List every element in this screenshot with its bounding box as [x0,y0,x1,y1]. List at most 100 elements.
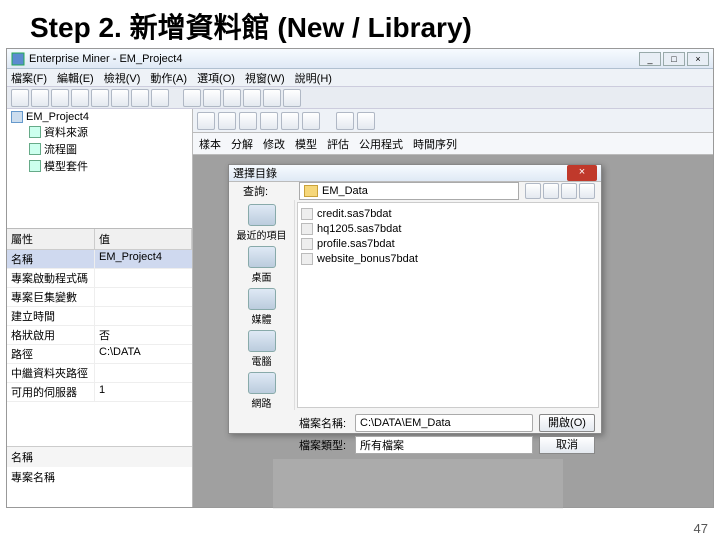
file-item[interactable]: hq1205.sas7bdat [301,221,595,236]
prop-key: 路徑 [7,345,95,363]
prop-val [95,269,192,287]
open-button[interactable]: 開啟(O) [539,414,595,432]
toolbar-button[interactable] [263,89,281,107]
properties-panel: 屬性 值 名稱EM_Project4 專案啟動程式碼 專案巨集變數 建立時間 格… [7,229,192,446]
canvas-tool-button[interactable] [197,112,215,130]
app-icon [11,52,25,66]
filename-field[interactable]: C:\DATA\EM_Data [355,414,533,432]
dialog-close-button[interactable]: × [567,165,597,181]
tree-node[interactable]: 流程圖 [29,141,188,158]
menu-help[interactable]: 說明(H) [295,70,332,86]
place-desktop[interactable]: 桌面 [248,246,276,284]
place-label: 電腦 [252,353,272,368]
cancel-button[interactable]: 取消 [539,436,595,454]
project-tree[interactable]: EM_Project4 資料來源 流程圖 模型套件 [7,109,192,229]
tab-modify[interactable]: 修改 [263,136,285,152]
toolbar-button[interactable] [91,89,109,107]
up-folder-button[interactable] [525,183,541,199]
filetype-combo[interactable]: 所有檔案 [355,436,533,454]
props-row[interactable]: 可用的伺服器1 [7,383,192,402]
file-list[interactable]: credit.sas7bdat hq1205.sas7bdat profile.… [297,202,599,408]
props-row[interactable]: 專案啟動程式碼 [7,269,192,288]
project-icon [11,111,23,123]
new-folder-button[interactable] [543,183,559,199]
file-item[interactable]: profile.sas7bdat [301,236,595,251]
menu-file[interactable]: 檔案(F) [11,70,47,86]
toolbar-button[interactable] [223,89,241,107]
props-row[interactable]: 中繼資料夾路徑 [7,364,192,383]
toolbar-button[interactable] [111,89,129,107]
toolbar-button[interactable] [203,89,221,107]
close-button[interactable]: × [687,52,709,66]
toolbar-button[interactable] [183,89,201,107]
menu-view[interactable]: 檢視(V) [104,70,141,86]
prop-val [95,288,192,306]
props-row[interactable]: 名稱EM_Project4 [7,250,192,269]
file-icon [301,238,313,250]
menu-options[interactable]: 選項(O) [197,70,235,86]
canvas-tool-button[interactable] [281,112,299,130]
canvas-tabs: 樣本 分解 修改 模型 評估 公用程式 時間序列 [193,133,713,155]
file-icon [301,253,313,265]
minimize-button[interactable]: _ [639,52,661,66]
toolbar-button[interactable] [71,89,89,107]
canvas-tool-button[interactable] [260,112,278,130]
menu-action[interactable]: 動作(A) [150,70,187,86]
place-recent[interactable]: 最近的項目 [237,204,287,242]
canvas-tool-button[interactable] [302,112,320,130]
tab-model[interactable]: 模型 [295,136,317,152]
canvas-tool-button[interactable] [239,112,257,130]
location-value: EM_Data [322,185,368,197]
dialog-location-row: 查詢: EM_Data [229,182,601,200]
titlebar: Enterprise Miner - EM_Project4 _ □ × [7,49,713,69]
tree-node[interactable]: 資料來源 [29,124,188,141]
toolbar-button[interactable] [283,89,301,107]
toolbar-button[interactable] [131,89,149,107]
prop-val: 否 [95,326,192,344]
toolbar-button[interactable] [243,89,261,107]
canvas-tool-button[interactable] [218,112,236,130]
app-window: Enterprise Miner - EM_Project4 _ □ × 檔案(… [6,48,714,508]
file-name: hq1205.sas7bdat [317,223,401,235]
prop-key: 可用的伺服器 [7,383,95,401]
place-network[interactable]: 網路 [248,372,276,410]
props-header: 屬性 值 [7,229,192,250]
file-icon [301,223,313,235]
tab-timeseries[interactable]: 時間序列 [413,136,457,152]
place-libraries[interactable]: 媒體 [248,288,276,326]
folder-icon [304,185,318,197]
tab-assess[interactable]: 評估 [327,136,349,152]
menu-window[interactable]: 視窗(W) [245,70,285,86]
toolbar-button[interactable] [31,89,49,107]
menu-edit[interactable]: 編輯(E) [57,70,94,86]
tree-node[interactable]: 模型套件 [29,158,188,175]
location-label: 查詢: [243,183,293,199]
file-item[interactable]: website_bonus7bdat [301,251,595,266]
props-row[interactable]: 建立時間 [7,307,192,326]
props-row[interactable]: 專案巨集變數 [7,288,192,307]
props-row[interactable]: 路徑C:\DATA [7,345,192,364]
filename-value: C:\DATA\EM_Data [360,417,451,429]
file-item[interactable]: credit.sas7bdat [301,206,595,221]
tree-root[interactable]: EM_Project4 [11,111,188,124]
view-details-button[interactable] [579,183,595,199]
view-list-button[interactable] [561,183,577,199]
folder-icon [29,143,41,155]
tab-utility[interactable]: 公用程式 [359,136,403,152]
toolbar-button[interactable] [11,89,29,107]
location-combo[interactable]: EM_Data [299,182,519,200]
filename-label: 檔案名稱: [299,415,349,431]
toolbar-button[interactable] [151,89,169,107]
tab-explore[interactable]: 分解 [231,136,253,152]
tab-sample[interactable]: 樣本 [199,136,221,152]
place-label: 媒體 [252,311,272,326]
canvas-tool-button[interactable] [357,112,375,130]
maximize-button[interactable]: □ [663,52,685,66]
toolbar-button[interactable] [51,89,69,107]
left-panel: EM_Project4 資料來源 流程圖 模型套件 屬性 值 名稱EM_Proj… [7,109,193,507]
prop-key: 格狀啟用 [7,326,95,344]
props-row[interactable]: 格狀啟用否 [7,326,192,345]
place-computer[interactable]: 電腦 [248,330,276,368]
file-name: credit.sas7bdat [317,208,392,220]
canvas-tool-button[interactable] [336,112,354,130]
